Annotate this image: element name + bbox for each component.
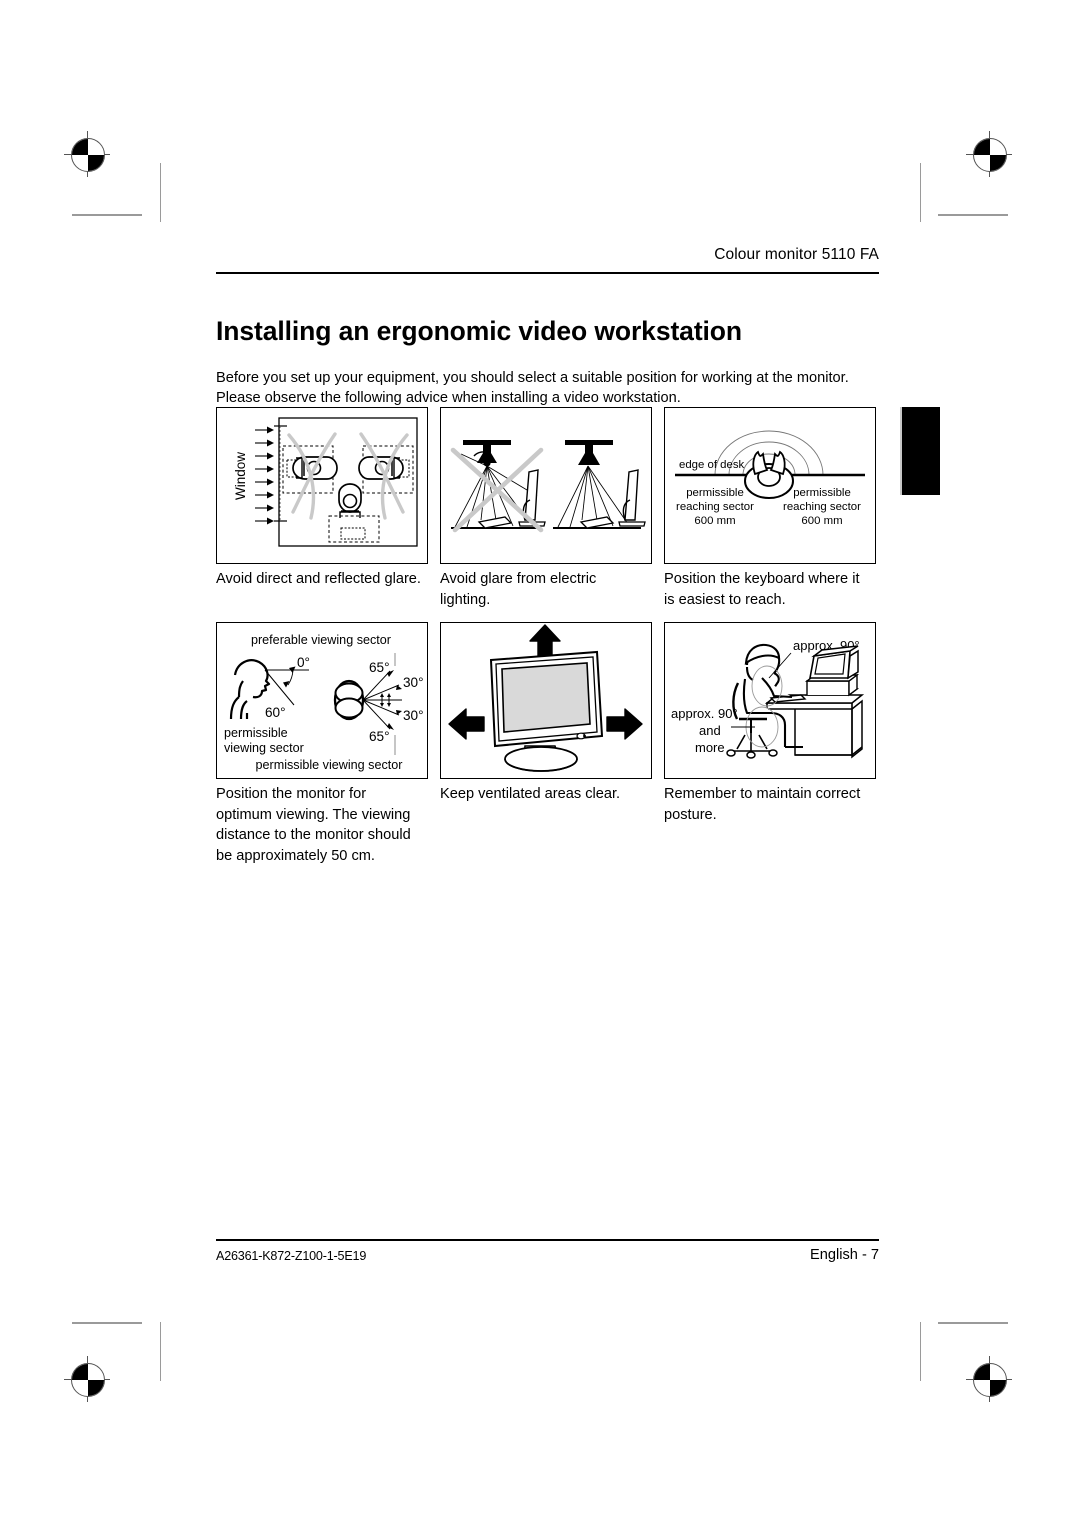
running-header: Colour monitor 5110 FA xyxy=(714,246,879,263)
figure-caption: Keep ventilated areas clear. xyxy=(440,786,621,802)
room-outline xyxy=(278,417,418,547)
figure-caption: Remember to maintain correct posture. xyxy=(664,786,861,823)
angle-30-bottom-label: 30° xyxy=(403,708,424,723)
figure-glare-lighting xyxy=(440,407,652,564)
registration-mark-top-right xyxy=(966,131,1012,177)
regmark-circle xyxy=(71,138,105,172)
angle-0-label: 0° xyxy=(297,655,310,670)
lower-angle-label-2: and xyxy=(699,723,721,738)
lower-angle-label-3: more xyxy=(695,740,725,755)
figure-keyboard-reach: edge of desk permissible reaching sector… xyxy=(664,407,876,564)
angle-60-label: 60° xyxy=(265,705,286,720)
crop-line-top-left-horizontal xyxy=(72,214,142,216)
figure-cell-viewing-sector: preferable viewing sector 0° 60° permiss… xyxy=(216,622,430,866)
intro-paragraph: Before you set up your equipment, you sh… xyxy=(216,369,849,407)
figure-cell-glare-lighting: Avoid glare from electric lighting. xyxy=(440,407,654,610)
regmark-circle xyxy=(71,1363,105,1397)
header-rule xyxy=(216,272,879,275)
figure-row-2: preferable viewing sector 0° 60° permiss… xyxy=(216,622,879,866)
figure-row-1: Window Avoid direct and reflected glare.… xyxy=(216,407,879,610)
lighting-scene-incorrect xyxy=(451,440,546,529)
footer-rule xyxy=(216,1239,879,1242)
eye-diagram xyxy=(333,679,365,721)
workstation-bottom-correct xyxy=(328,483,380,543)
preferable-viewing-sector-label: preferable viewing sector xyxy=(251,633,391,647)
crop-line-top-left-vertical xyxy=(160,163,162,222)
figure-caption: Position the monitor for optimum viewing… xyxy=(216,786,411,864)
figure-caption: Position the keyboard where it is easies… xyxy=(664,571,860,608)
figure-ventilation xyxy=(440,622,652,779)
figure-posture: approx. 90° approx. 90° and more xyxy=(664,622,876,779)
window-arrows xyxy=(255,426,274,525)
arrow-left-icon xyxy=(448,708,485,740)
figure-viewing-sector: preferable viewing sector 0° 60° permiss… xyxy=(216,622,428,779)
crt-monitor xyxy=(489,650,604,772)
registration-mark-top-left xyxy=(64,131,110,177)
regmark-circle xyxy=(973,1363,1007,1397)
arrow-right-icon xyxy=(606,708,643,740)
figure-cell-keyboard-reach: edge of desk permissible reaching sector… xyxy=(664,407,878,610)
figure-cell-ventilation: Keep ventilated areas clear. xyxy=(440,622,654,866)
lighting-scene-correct xyxy=(553,440,646,529)
right-sector-label-3: 600 mm xyxy=(801,515,842,527)
page-title: Installing an ergonomic video workstatio… xyxy=(216,315,742,346)
edge-of-desk-label: edge of desk xyxy=(679,459,745,471)
angle-30-top-label: 30° xyxy=(403,675,424,690)
arrow-up-icon xyxy=(529,624,561,659)
footer-document-number: A26361-K872-Z100-1-5E19 xyxy=(216,1249,367,1263)
eye-angle-wedge xyxy=(264,666,309,706)
registration-mark-bottom-right xyxy=(966,1356,1012,1402)
thumb-index-tab-marker xyxy=(900,407,940,495)
figure-caption: Avoid glare from electric lighting. xyxy=(440,571,597,608)
figure-grid: Window Avoid direct and reflected glare.… xyxy=(216,407,879,866)
angle-65-bottom-label: 65° xyxy=(369,729,390,744)
right-sector-label-1: permissible xyxy=(793,487,851,499)
crop-line-bottom-left-horizontal xyxy=(72,1322,142,1324)
left-sector-label-1: permissible xyxy=(686,487,744,499)
lower-angle-label-1: approx. 90° xyxy=(671,706,738,721)
regmark-circle xyxy=(973,138,1007,172)
registration-mark-bottom-left xyxy=(64,1356,110,1402)
window-label: Window xyxy=(233,452,248,500)
figure-glare-window: Window xyxy=(216,407,428,564)
page-content: Colour monitor 5110 FA Installing an erg… xyxy=(216,0,879,1528)
permissible-viewing-label-2: viewing sector xyxy=(224,741,304,755)
permissible-viewing-bottom-label: permissible viewing sector xyxy=(256,758,403,772)
left-sector-label-2: reaching sector xyxy=(676,501,754,513)
angle-65-top-label: 65° xyxy=(369,660,390,675)
crop-line-bottom-right-vertical xyxy=(920,1322,922,1381)
figure-cell-posture: approx. 90° approx. 90° and more Remembe… xyxy=(664,622,878,866)
figure-cell-glare-window: Window Avoid direct and reflected glare. xyxy=(216,407,430,610)
crop-line-top-right-horizontal xyxy=(938,214,1008,216)
head-side-view xyxy=(229,659,271,720)
permissible-viewing-label-1: permissible xyxy=(224,726,288,740)
monitor-on-desk xyxy=(804,645,860,697)
crop-line-bottom-right-horizontal xyxy=(938,1322,1008,1324)
left-sector-label-3: 600 mm xyxy=(694,515,735,527)
footer-page-number: English - 7 xyxy=(810,1247,879,1263)
right-sector-label-2: reaching sector xyxy=(783,501,861,513)
crop-line-bottom-left-vertical xyxy=(160,1322,162,1381)
crop-line-top-right-vertical xyxy=(920,163,922,222)
figure-caption: Avoid direct and reflected glare. xyxy=(216,571,421,587)
